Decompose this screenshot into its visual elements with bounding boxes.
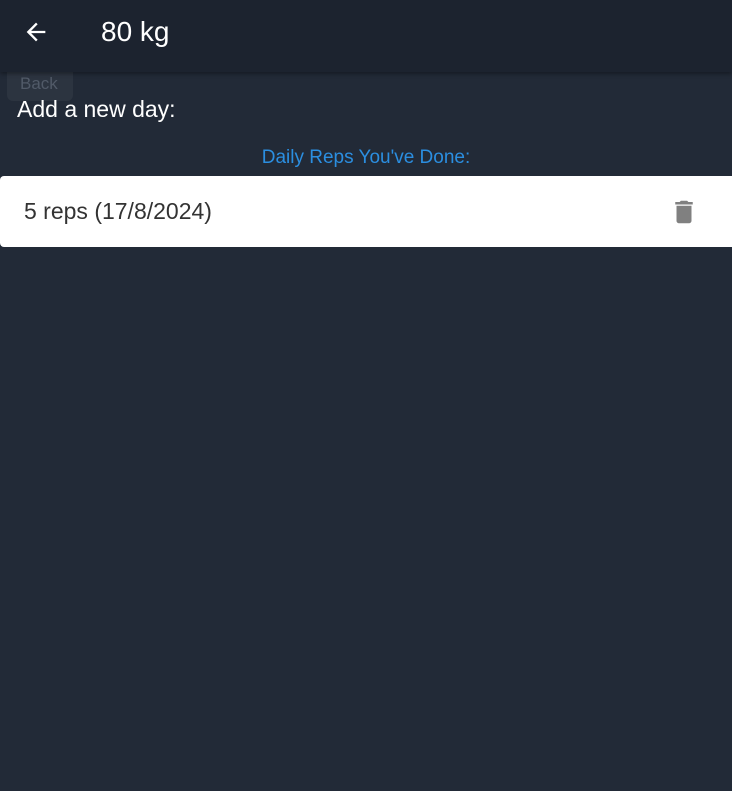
reps-list-header: Daily Reps You've Done: bbox=[261, 147, 471, 168]
back-button[interactable] bbox=[14, 14, 58, 50]
page-title: 80 kg bbox=[101, 16, 170, 47]
delete-button[interactable] bbox=[664, 192, 704, 232]
app-screen: 80 kg Back Add a new day: Daily Reps You… bbox=[0, 0, 732, 791]
reps-list: 5 reps (17/8/2024) bbox=[0, 176, 732, 247]
arrow-left-icon bbox=[26, 22, 46, 42]
list-item-label: 5 reps (17/8/2024) bbox=[24, 198, 212, 224]
add-day-label: Add a new day: bbox=[17, 96, 176, 122]
trash-icon bbox=[675, 200, 693, 224]
list-item[interactable]: 5 reps (17/8/2024) bbox=[0, 176, 732, 247]
app-bar: 80 kg bbox=[0, 0, 732, 72]
